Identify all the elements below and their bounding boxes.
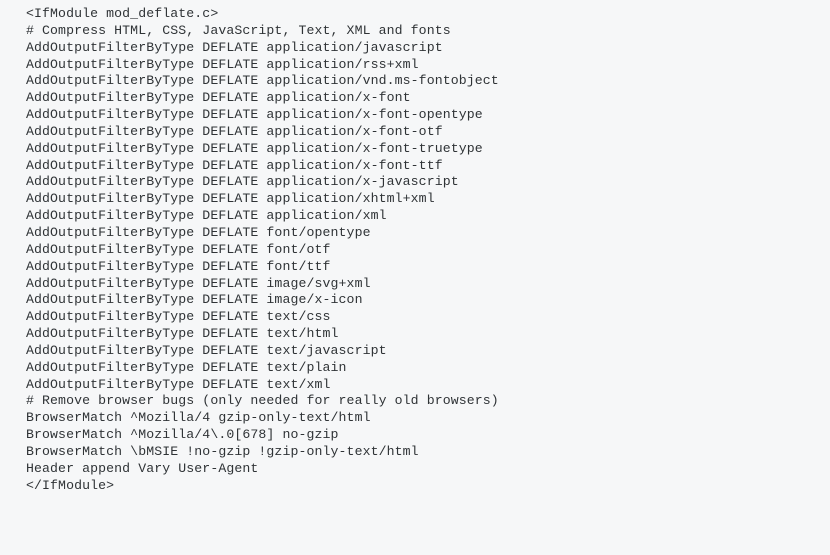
htaccess-code-block: <IfModule mod_deflate.c># Compress HTML,… — [0, 0, 830, 494]
code-line: AddOutputFilterByType DEFLATE applicatio… — [26, 208, 830, 225]
code-line: # Remove browser bugs (only needed for r… — [26, 393, 830, 410]
code-line: AddOutputFilterByType DEFLATE applicatio… — [26, 141, 830, 158]
code-line: AddOutputFilterByType DEFLATE applicatio… — [26, 73, 830, 90]
code-line: AddOutputFilterByType DEFLATE font/ttf — [26, 259, 830, 276]
code-line: <IfModule mod_deflate.c> — [26, 6, 830, 23]
code-line: AddOutputFilterByType DEFLATE font/opent… — [26, 225, 830, 242]
code-line: AddOutputFilterByType DEFLATE applicatio… — [26, 90, 830, 107]
code-line: AddOutputFilterByType DEFLATE font/otf — [26, 242, 830, 259]
code-line: AddOutputFilterByType DEFLATE applicatio… — [26, 40, 830, 57]
code-line: Header append Vary User-Agent — [26, 461, 830, 478]
code-line: AddOutputFilterByType DEFLATE text/xml — [26, 377, 830, 394]
code-line: AddOutputFilterByType DEFLATE image/x-ic… — [26, 292, 830, 309]
code-line: AddOutputFilterByType DEFLATE applicatio… — [26, 57, 830, 74]
code-line: AddOutputFilterByType DEFLATE image/svg+… — [26, 276, 830, 293]
code-line: AddOutputFilterByType DEFLATE applicatio… — [26, 191, 830, 208]
code-line: AddOutputFilterByType DEFLATE text/plain — [26, 360, 830, 377]
code-line: AddOutputFilterByType DEFLATE applicatio… — [26, 124, 830, 141]
code-line: AddOutputFilterByType DEFLATE applicatio… — [26, 107, 830, 124]
code-line: BrowserMatch \bMSIE !no-gzip !gzip-only-… — [26, 444, 830, 461]
code-line: AddOutputFilterByType DEFLATE text/css — [26, 309, 830, 326]
code-line: AddOutputFilterByType DEFLATE applicatio… — [26, 158, 830, 175]
code-line: AddOutputFilterByType DEFLATE text/javas… — [26, 343, 830, 360]
code-line: BrowserMatch ^Mozilla/4 gzip-only-text/h… — [26, 410, 830, 427]
code-line: # Compress HTML, CSS, JavaScript, Text, … — [26, 23, 830, 40]
code-line: BrowserMatch ^Mozilla/4\.0[678] no-gzip — [26, 427, 830, 444]
code-line: AddOutputFilterByType DEFLATE applicatio… — [26, 174, 830, 191]
code-line: AddOutputFilterByType DEFLATE text/html — [26, 326, 830, 343]
code-line: </IfModule> — [26, 478, 830, 495]
